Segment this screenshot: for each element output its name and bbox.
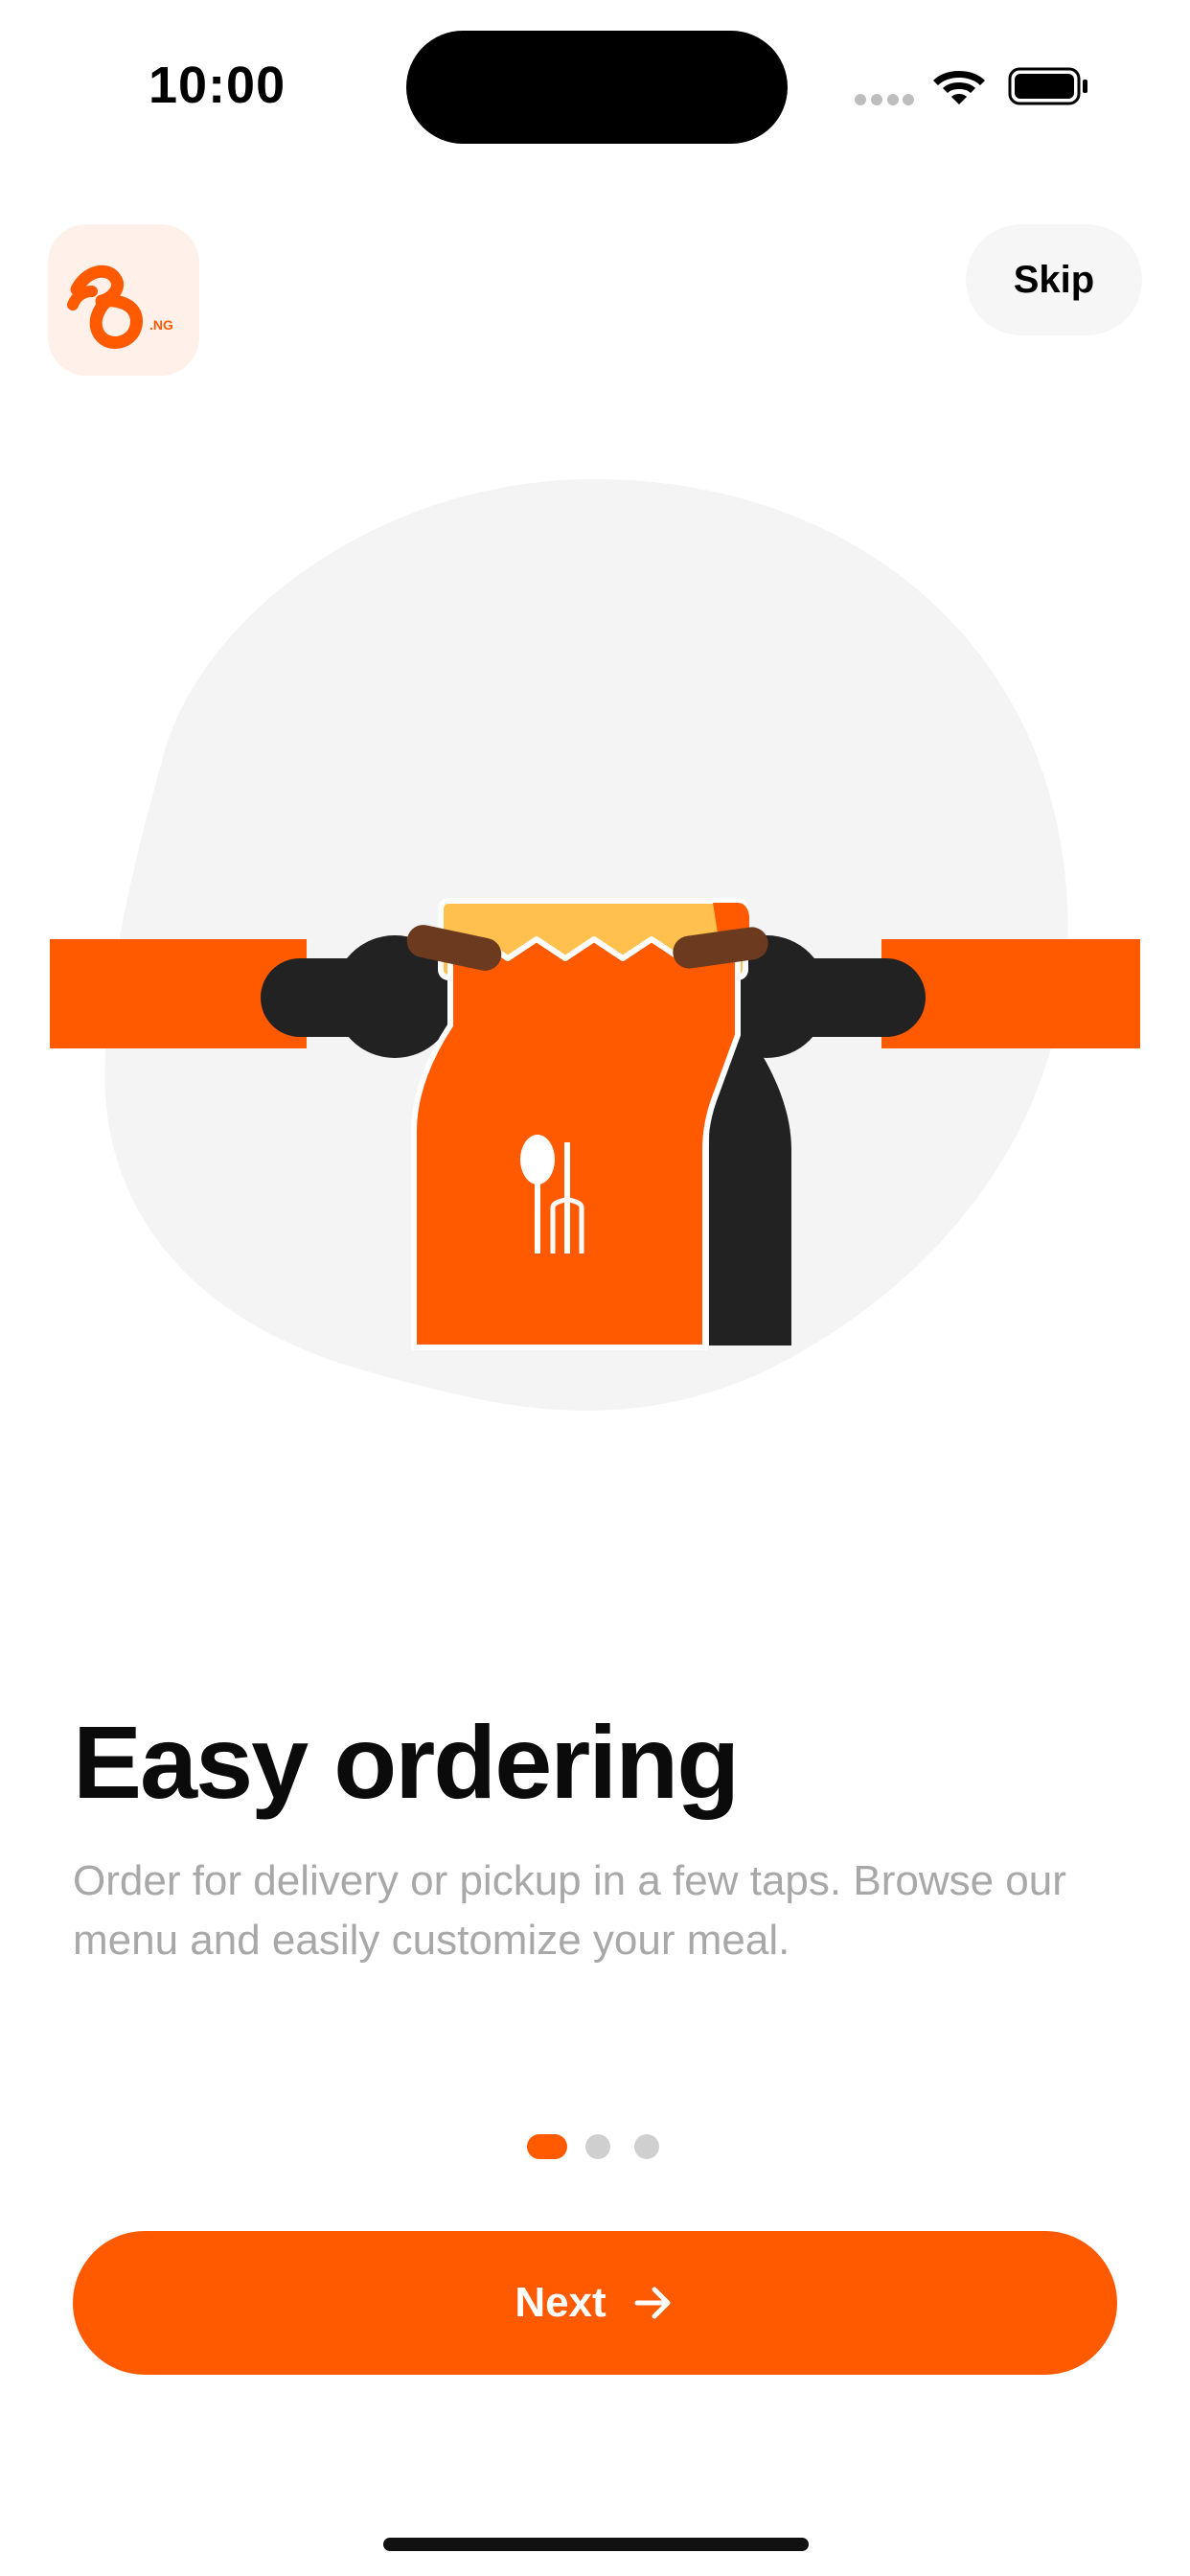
delivery-rider-icon	[50, 479, 1140, 1411]
dynamic-island	[406, 31, 788, 144]
onboarding-screen: 10:00 .NG Skip Easy ordering Order for d…	[0, 0, 1190, 2576]
arrow-right-icon	[634, 2287, 671, 2319]
battery-icon	[1008, 67, 1087, 105]
page-indicator	[527, 2132, 661, 2161]
page-description: Order for delivery or pickup in a few ta…	[73, 1857, 1066, 1964]
brand-logo-icon: .NG	[48, 224, 199, 376]
skip-button[interactable]: Skip	[966, 224, 1142, 335]
next-button[interactable]: Next	[73, 2231, 1117, 2375]
wifi-icon	[933, 71, 985, 104]
logo-mark-text: .NG	[149, 317, 173, 333]
page-title: Easy ordering	[73, 1704, 740, 1820]
home-indicator[interactable]	[383, 2538, 809, 2551]
page-dot[interactable]	[634, 2134, 659, 2159]
status-time: 10:00	[149, 57, 286, 114]
page-dot[interactable]	[585, 2134, 610, 2159]
next-button-label: Next	[515, 2279, 606, 2326]
cellular-signal-icon	[855, 94, 914, 105]
page-dot-active[interactable]	[527, 2134, 567, 2159]
